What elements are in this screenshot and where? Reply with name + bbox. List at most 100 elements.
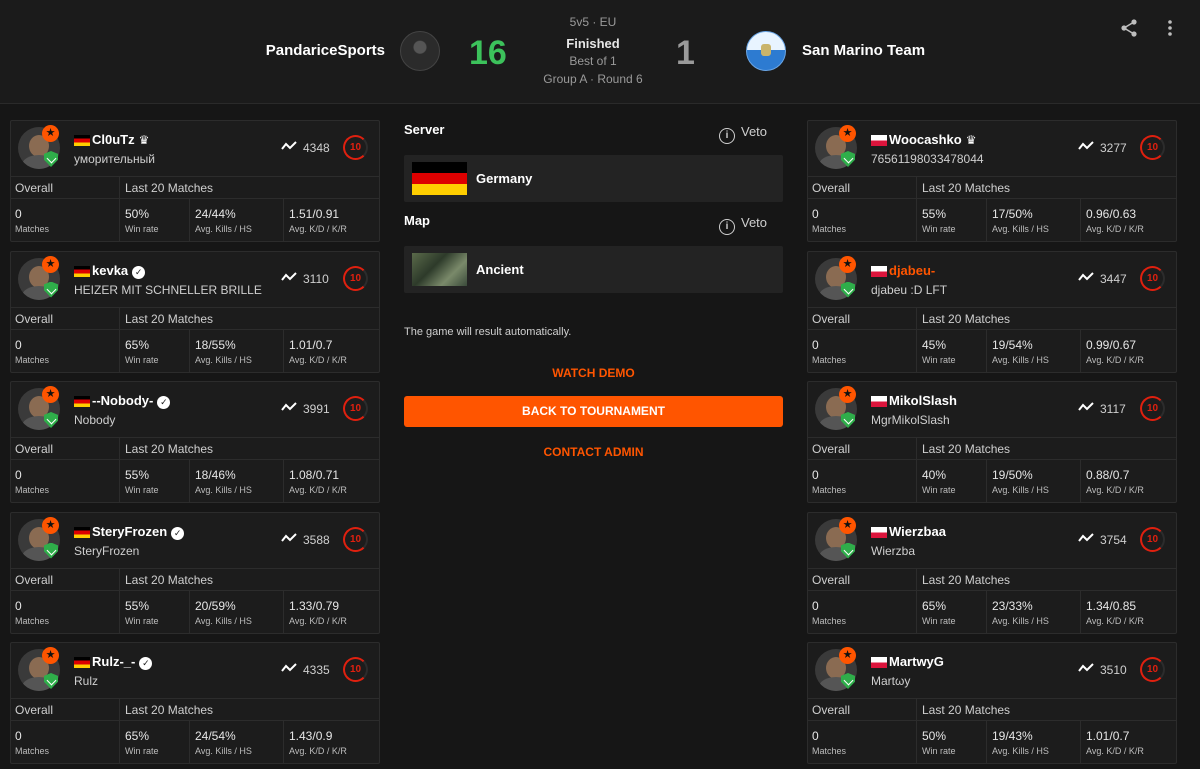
matches-value: 0 [812, 729, 819, 743]
veto-label: Veto [741, 124, 768, 139]
matches-label: Matches [812, 485, 847, 495]
team-left-name[interactable]: PandariceSports [266, 42, 385, 59]
win-rate-label: Win rate [922, 224, 956, 234]
contact-admin-button[interactable]: CONTACT ADMIN [404, 445, 783, 459]
player-nickname[interactable]: SteryFrozen ✓ [92, 524, 185, 540]
player-nickname[interactable]: Wierzbaa [889, 524, 946, 539]
elo-trend-icon [281, 141, 297, 150]
player-header[interactable]: ★ Rulz-_- ✓ Rulz 4335 10 [11, 643, 379, 698]
player-elo: 4335 [303, 663, 330, 677]
map-veto-button[interactable]: i Veto [719, 215, 767, 235]
team-right-name[interactable]: San Marino Team [802, 42, 925, 59]
match-status: Finished [566, 36, 620, 51]
matches-value: 0 [812, 207, 819, 221]
divider [916, 306, 917, 372]
win-rate-value: 55% [125, 598, 150, 613]
server-veto-button[interactable]: i Veto [719, 124, 767, 144]
more-vertical-icon[interactable] [1160, 18, 1180, 38]
player-stats: Overall Last 20 Matches 0 Matches 55% Win rat… [11, 567, 379, 633]
share-icon[interactable] [1119, 18, 1139, 38]
team-left-logo[interactable] [400, 31, 440, 71]
player-nickname[interactable]: Cl0uTz ♛ [92, 132, 149, 147]
last-20-header: Last 20 Matches [922, 181, 1011, 195]
premium-star-icon: ★ [42, 125, 59, 142]
team-left-score: 16 [469, 34, 507, 72]
player-stats: Overall Last 20 Matches 0 Matches 65% Win rat… [808, 567, 1176, 633]
kills-hs-label: Avg. Kills / HS [992, 485, 1049, 495]
divider [986, 329, 987, 372]
back-to-tournament-button[interactable]: BACK TO TOURNAMENT [404, 396, 783, 427]
player-stats: Overall Last 20 Matches 0 Matches 55% Win rat… [11, 437, 379, 502]
watch-demo-button[interactable]: WATCH DEMO [404, 366, 783, 380]
player-card[interactable]: ★ --Nobody- ✓ Nobody 3991 10 Overall Last 20 Ma… [10, 381, 380, 503]
kills-hs-label: Avg. Kills / HS [195, 615, 252, 626]
win-rate-label: Win rate [922, 615, 956, 626]
overall-header: Overall [812, 181, 851, 195]
matches-label: Matches [15, 746, 50, 756]
divider [916, 437, 917, 502]
server-name: Germany [476, 171, 533, 186]
player-card[interactable]: ★ Rulz-_- ✓ Rulz 4335 10 Overall Last 20 Matche… [10, 642, 380, 764]
kills-hs-value: 19/43% [992, 729, 1033, 743]
overall-header: Overall [812, 311, 851, 326]
matches-value: 0 [15, 207, 22, 221]
player-elo: 3447 [1100, 271, 1127, 286]
player-game-name: MgrMikolSlash [871, 413, 950, 427]
player-elo: 3277 [1100, 141, 1127, 155]
player-header[interactable]: ★ SteryFrozen ✓ SteryFrozen 3588 10 [11, 513, 379, 568]
overall-header: Overall [15, 311, 54, 326]
player-header[interactable]: ★ Woocashko ♛ 76561198033478044 3277 10 [808, 121, 1176, 176]
player-header[interactable]: ★ kevka ✓ HEIZER MIT SCHNELLER BRILLE 3110 10 [11, 252, 379, 307]
player-card[interactable]: ★ MartwyG Martωy 3510 10 Overall Last 20 Match… [807, 642, 1177, 764]
win-rate-label: Win rate [922, 746, 956, 756]
skill-level-badge: 10 [343, 526, 368, 552]
country-flag-icon [74, 135, 90, 146]
divider [189, 460, 190, 502]
player-header[interactable]: ★ djabeu-djabeu :D LFT 3447 10 [808, 252, 1176, 307]
player-card[interactable]: ★ Woocashko ♛ 76561198033478044 3277 10 Overal… [807, 120, 1177, 242]
player-card[interactable]: ★ djabeu-djabeu :D LFT 3447 10 Overall Last 2… [807, 250, 1177, 373]
premium-star-icon: ★ [839, 125, 856, 142]
player-card[interactable]: ★ Cl0uTz ♛ уморительный 4348 10 Overall Last 20… [10, 120, 380, 242]
player-header[interactable]: ★ Cl0uTz ♛ уморительный 4348 10 [11, 121, 379, 176]
player-card[interactable]: ★ kevka ✓ HEIZER MIT SCHNELLER BRILLE 3110 10… [10, 250, 380, 373]
team-right-logo[interactable] [746, 31, 786, 71]
matches-label: Matches [812, 224, 847, 234]
divider [119, 698, 120, 763]
player-card[interactable]: ★ Wierzbaa Wierzba 3754 10 Overall Last 20 Mat… [807, 511, 1177, 634]
server-label: Server [404, 122, 445, 137]
player-nickname[interactable]: djabeu- [889, 263, 935, 278]
player-game-name: Martωy [871, 674, 911, 688]
last-20-header: Last 20 Matches [922, 703, 1011, 717]
player-card[interactable]: ★ SteryFrozen ✓ SteryFrozen 3588 10 Overall Las… [10, 511, 380, 634]
player-header[interactable]: ★ Wierzbaa Wierzba 3754 10 [808, 513, 1176, 568]
player-game-name: уморительный [74, 152, 156, 166]
player-nickname[interactable]: Woocashko ♛ [889, 132, 976, 147]
premium-star-icon: ★ [42, 255, 59, 273]
player-nickname[interactable]: Rulz-_- ✓ [92, 654, 153, 670]
player-nickname[interactable]: --Nobody- ✓ [92, 393, 171, 409]
kd-kr-value: 1.08/0.71 [289, 468, 340, 482]
player-nickname[interactable]: MartwyG [889, 654, 944, 669]
player-header[interactable]: ★ MartwyG Martωy 3510 10 [808, 643, 1176, 698]
player-nickname[interactable]: kevka ✓ [92, 263, 146, 279]
elo-trend-icon [281, 532, 297, 542]
player-game-name: HEIZER MIT SCHNELLER BRILLE [74, 282, 262, 297]
last-20-header: Last 20 Matches [125, 703, 214, 717]
matches-value: 0 [15, 468, 22, 482]
elo-trend-icon [1078, 663, 1094, 672]
win-rate-label: Win rate [125, 746, 159, 756]
player-nickname[interactable]: MikolSlash [889, 393, 957, 408]
win-rate-value: 65% [125, 337, 150, 352]
player-stats: Overall Last 20 Matches 0 Matches 55% Win rat… [808, 176, 1176, 241]
last-20-header: Last 20 Matches [125, 572, 214, 587]
kd-kr-label: Avg. K/D / K/R [1086, 746, 1144, 756]
skill-level-badge: 10 [343, 265, 368, 291]
kd-kr-value: 1.33/0.79 [289, 598, 340, 613]
player-header[interactable]: ★ --Nobody- ✓ Nobody 3991 10 [11, 382, 379, 437]
player-card[interactable]: ★ MikolSlash MgrMikolSlash 3117 10 Overall Las… [807, 381, 1177, 503]
player-header[interactable]: ★ MikolSlash MgrMikolSlash 3117 10 [808, 382, 1176, 437]
matches-label: Matches [812, 746, 847, 756]
elo-trend-icon [1078, 532, 1094, 542]
divider [986, 721, 987, 763]
